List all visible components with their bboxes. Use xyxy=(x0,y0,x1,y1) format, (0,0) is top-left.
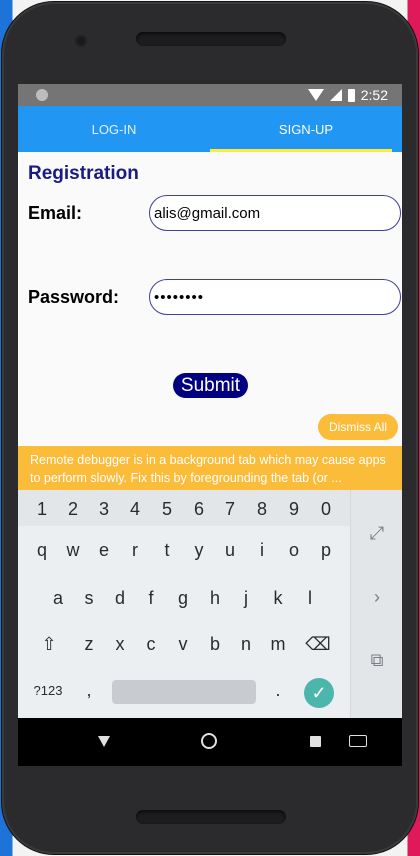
key-b[interactable]: b xyxy=(200,634,230,655)
password-label: Password: xyxy=(28,287,120,307)
key-i[interactable]: i xyxy=(247,540,277,561)
top-speaker xyxy=(136,32,286,46)
key-9[interactable]: 9 xyxy=(279,499,309,520)
key-c[interactable]: c xyxy=(136,634,166,655)
status-time: 2:52 xyxy=(360,87,388,103)
key-s[interactable]: s xyxy=(74,588,104,609)
key-h[interactable]: h xyxy=(200,588,230,609)
recents-icon[interactable] xyxy=(310,736,321,747)
front-camera xyxy=(75,35,87,47)
key-period[interactable]: . xyxy=(263,680,293,701)
key-l[interactable]: l xyxy=(295,588,325,609)
key-1[interactable]: 1 xyxy=(27,499,57,520)
submit-button[interactable]: Submit xyxy=(173,373,248,398)
float-keyboard-icon[interactable]: ⧉ xyxy=(351,650,402,671)
key-6[interactable]: 6 xyxy=(184,499,214,520)
battery-icon xyxy=(347,88,355,102)
dismiss-all-button[interactable]: Dismiss All xyxy=(318,414,398,440)
keyboard-switch-icon[interactable] xyxy=(349,735,367,747)
key-7[interactable]: 7 xyxy=(215,499,245,520)
email-label: Email: xyxy=(28,203,83,223)
key-t[interactable]: t xyxy=(152,540,182,561)
device-screen: 2:52 LOG-IN SIGN-UP Registration Email: … xyxy=(18,84,402,766)
tab-log-in[interactable]: LOG-IN xyxy=(18,106,210,152)
symbols-key[interactable]: ?123 xyxy=(28,683,68,698)
tab-bar: LOG-IN SIGN-UP xyxy=(18,106,402,152)
key-q[interactable]: q xyxy=(27,540,57,561)
key-y[interactable]: y xyxy=(184,540,214,561)
key-z[interactable]: z xyxy=(74,634,104,655)
debugger-warning-banner[interactable]: Remote debugger is in a background tab w… xyxy=(18,446,402,490)
backspace-key-icon[interactable]: ⌫ xyxy=(303,634,333,655)
password-field[interactable]: •••••••• xyxy=(149,279,401,315)
key-r[interactable]: r xyxy=(120,540,150,561)
key-4[interactable]: 4 xyxy=(120,499,150,520)
key-g[interactable]: g xyxy=(168,588,198,609)
key-3[interactable]: 3 xyxy=(89,499,119,520)
signal-icon xyxy=(329,89,342,101)
space-key[interactable] xyxy=(112,680,256,704)
key-0[interactable]: 0 xyxy=(311,499,341,520)
key-e[interactable]: e xyxy=(89,540,119,561)
chevron-right-icon[interactable]: › xyxy=(351,587,402,608)
key-j[interactable]: j xyxy=(231,588,261,609)
key-u[interactable]: u xyxy=(215,540,245,561)
key-8[interactable]: 8 xyxy=(247,499,277,520)
key-5[interactable]: 5 xyxy=(152,499,182,520)
bottom-speaker xyxy=(136,810,286,824)
status-bar: 2:52 xyxy=(18,84,402,106)
key-d[interactable]: d xyxy=(105,588,135,609)
key-k[interactable]: k xyxy=(263,588,293,609)
notification-icon xyxy=(36,89,48,101)
key-2[interactable]: 2 xyxy=(58,499,88,520)
key-v[interactable]: v xyxy=(168,634,198,655)
wifi-icon xyxy=(307,89,324,101)
enter-check-icon[interactable]: ✓ xyxy=(304,678,334,708)
tab-sign-up[interactable]: SIGN-UP xyxy=(210,106,402,152)
keyboard-keys: 1 2 3 4 5 6 7 8 9 0 q w e r t y u i o p … xyxy=(18,490,350,718)
back-icon[interactable] xyxy=(98,736,110,747)
key-p[interactable]: p xyxy=(311,540,341,561)
number-row: 1 2 3 4 5 6 7 8 9 0 xyxy=(18,490,350,526)
key-w[interactable]: w xyxy=(58,540,88,561)
key-n[interactable]: n xyxy=(231,634,261,655)
android-nav-bar xyxy=(18,718,402,766)
page-title: Registration xyxy=(28,163,139,184)
key-a[interactable]: a xyxy=(43,588,73,609)
home-icon[interactable] xyxy=(201,733,217,749)
key-m[interactable]: m xyxy=(263,634,293,655)
expand-icon[interactable]: ⤢ xyxy=(351,523,402,544)
keyboard-side-panel: ⤢ › ⧉ xyxy=(350,490,402,718)
soft-keyboard: 1 2 3 4 5 6 7 8 9 0 q w e r t y u i o p … xyxy=(18,490,402,718)
key-x[interactable]: x xyxy=(105,634,135,655)
key-o[interactable]: o xyxy=(279,540,309,561)
key-f[interactable]: f xyxy=(136,588,166,609)
email-field[interactable]: alis@gmail.com xyxy=(149,195,401,231)
key-comma[interactable]: , xyxy=(74,680,104,701)
shift-key-icon[interactable]: ⇧ xyxy=(34,634,64,655)
